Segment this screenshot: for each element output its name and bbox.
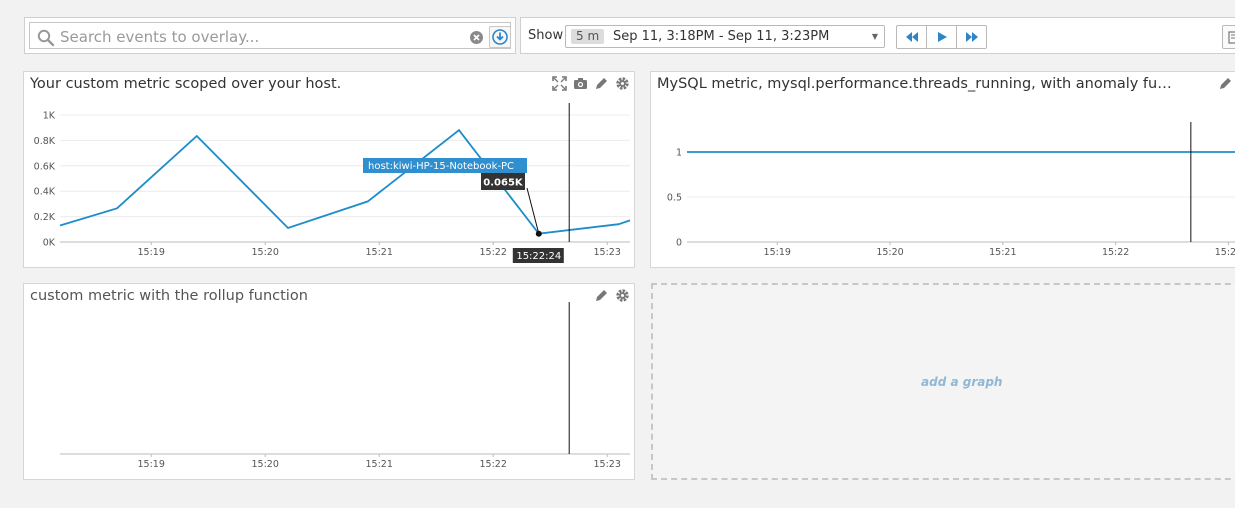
timeframe-bar: Show 5 m Sep 11, 3:18PM - Sep 11, 3:23PM… xyxy=(520,17,1235,54)
timespan-badge: 5 m xyxy=(571,29,605,44)
hover-point xyxy=(535,230,542,237)
y-tick-label: 0.2K xyxy=(34,212,56,223)
series-line xyxy=(59,128,631,235)
add-graph-placeholder[interactable]: add a graph xyxy=(651,283,1235,480)
hover-overlay: host:kiwi-HP-15-Notebook-PC 0.065K 15:22:2… xyxy=(363,158,564,263)
x-tick-label: 15:21 xyxy=(366,247,393,258)
x-tick-label: 15:19 xyxy=(138,247,165,258)
y-tick-label: 0.6K xyxy=(34,161,56,172)
x-tick-label: 15:23 xyxy=(594,247,621,258)
y-grid xyxy=(687,151,1235,243)
tooltip-host-label: host:kiwi-HP-15-Notebook-PC xyxy=(368,161,514,172)
add-graph-label[interactable]: add a graph xyxy=(921,375,1002,389)
x-tick-labels: 15:19 15:20 15:21 15:22 15:23 xyxy=(138,454,621,470)
x-tick-label: 15:23 xyxy=(1215,247,1235,258)
fast-forward-icon xyxy=(965,32,978,42)
search-input[interactable] xyxy=(60,26,460,48)
search-field-wrapper xyxy=(29,22,511,49)
caret-down-icon: ▼ xyxy=(871,32,878,41)
x-tick-label: 15:21 xyxy=(989,247,1016,258)
x-tick-labels: 15:19 15:20 15:21 15:22 15:23 xyxy=(764,242,1235,258)
timeseries-widget-rollup: custom metric with the rollup function 1… xyxy=(23,283,635,480)
download-glyph-icon xyxy=(492,29,508,45)
y-tick-label: 0K xyxy=(43,238,56,249)
search-icon xyxy=(37,29,55,47)
timeseries-widget-custom-metric: Your custom metric scoped over your host… xyxy=(23,71,635,268)
time-range-text: Sep 11, 3:18PM - Sep 11, 3:23PM xyxy=(613,29,830,44)
series-group xyxy=(59,128,631,235)
play-button[interactable] xyxy=(926,25,957,49)
overflow-menu-button[interactable] xyxy=(1222,25,1235,49)
fast-forward-button[interactable] xyxy=(956,25,987,49)
y-tick-labels: 0K 0.2K 0.4K 0.6K 0.8K 1K xyxy=(34,111,56,249)
x-tick-label: 15:22 xyxy=(1102,247,1129,258)
y-tick-label: 0 xyxy=(676,238,682,249)
clear-icon[interactable] xyxy=(469,30,484,45)
play-icon xyxy=(937,32,947,42)
event-search-bar xyxy=(24,17,516,54)
rewind-icon xyxy=(905,32,918,42)
x-tick-label: 15:21 xyxy=(366,459,393,470)
y-tick-label: 1 xyxy=(676,148,682,159)
chart-area[interactable]: 0K 0.2K 0.4K 0.6K 0.8K 1K 15:19 15:20 15:21 15:2… xyxy=(24,72,636,269)
y-grid xyxy=(60,114,630,243)
time-navigation xyxy=(896,25,987,49)
y-tick-labels: 00.51 xyxy=(667,148,682,249)
timeframe-select[interactable]: 5 m Sep 11, 3:18PM - Sep 11, 3:23PM ▼ xyxy=(565,25,885,48)
x-tick-label: 15:19 xyxy=(764,247,791,258)
x-tick-label: 15:20 xyxy=(252,247,279,258)
chart-area[interactable]: 15:19 15:20 15:21 15:22 15:23 xyxy=(24,284,636,481)
x-tick-label: 15:20 xyxy=(252,459,279,470)
chart-area[interactable]: 00.51 15:1915:2015:2115:2215:23 xyxy=(651,72,1235,269)
tooltip-time-label: 15:22:24 xyxy=(516,251,561,262)
list-icon xyxy=(1228,31,1235,44)
x-tick-label: 15:20 xyxy=(876,247,903,258)
rewind-button[interactable] xyxy=(896,25,927,49)
y-tick-label: 1K xyxy=(43,111,56,122)
y-tick-label: 0.4K xyxy=(34,187,56,198)
timeseries-widget-mysql-threads: MySQL metric, mysql.performance.threads_… xyxy=(650,71,1235,268)
x-tick-label: 15:22 xyxy=(480,459,507,470)
y-tick-label: 0.8K xyxy=(34,136,56,147)
overlay-download-icon[interactable] xyxy=(489,26,511,48)
show-label: Show xyxy=(528,28,564,43)
y-tick-label: 0.5 xyxy=(667,193,682,204)
x-tick-label: 15:23 xyxy=(594,459,621,470)
tooltip-value-label: 0.065K xyxy=(483,178,524,189)
x-tick-label: 15:22 xyxy=(480,247,507,258)
x-tick-label: 15:19 xyxy=(138,459,165,470)
